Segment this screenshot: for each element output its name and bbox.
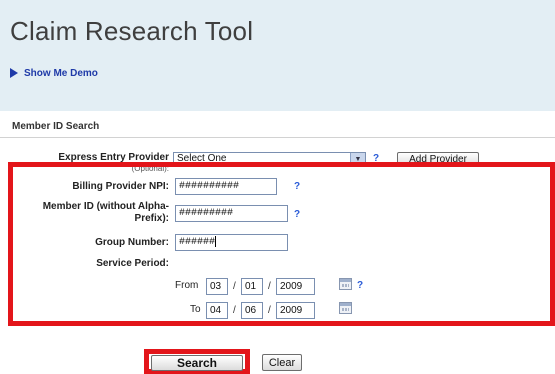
- play-arrow-icon: [10, 68, 18, 78]
- page-title: Claim Research Tool: [10, 16, 254, 46]
- section-divider: [0, 137, 555, 138]
- clear-button[interactable]: Clear: [262, 354, 302, 371]
- show-me-demo-label: Show Me Demo: [24, 67, 98, 79]
- section-title: Member ID Search: [12, 121, 100, 132]
- fields-highlight-annotation: [8, 162, 555, 326]
- search-button[interactable]: Search: [151, 355, 243, 371]
- show-me-demo-link[interactable]: Show Me Demo: [10, 66, 98, 80]
